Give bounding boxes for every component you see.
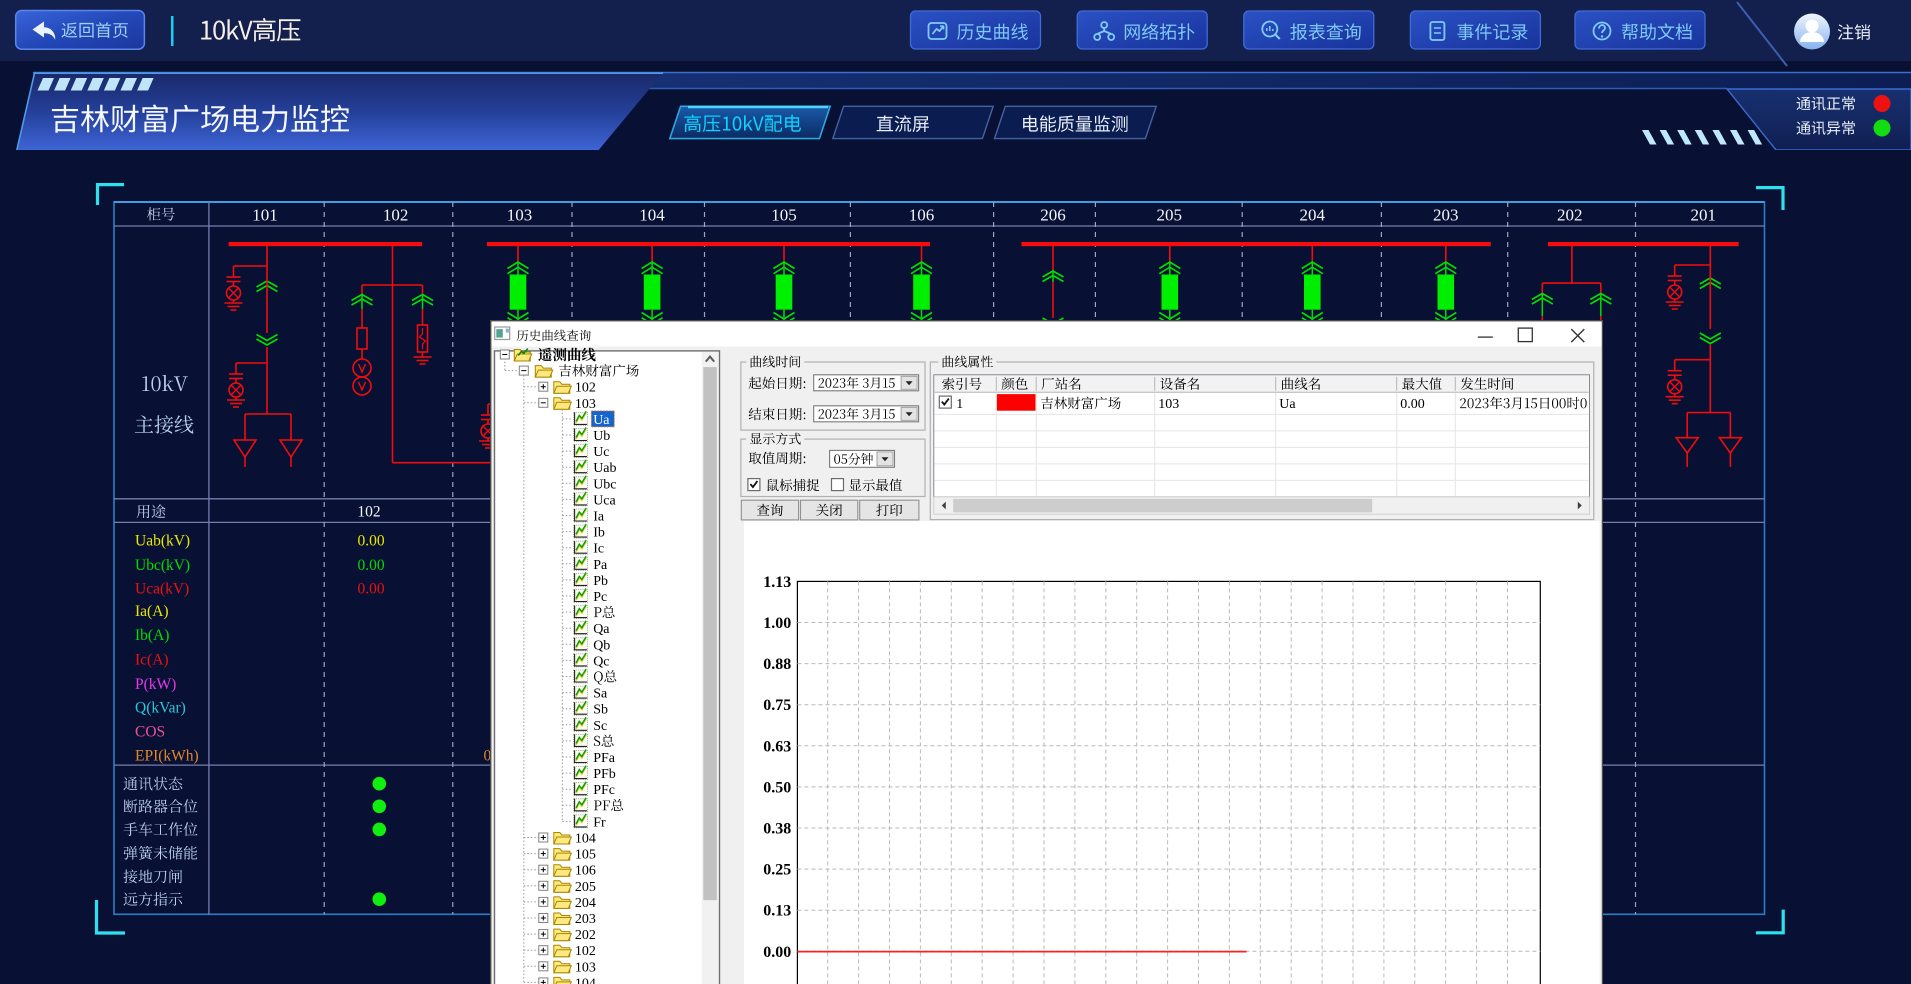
svg-text:104: 104 — [639, 206, 665, 225]
svg-text:0.38: 0.38 — [763, 820, 791, 837]
svg-text:204: 204 — [1300, 206, 1326, 225]
svg-text:104: 104 — [575, 831, 596, 846]
svg-text:1.13: 1.13 — [763, 574, 791, 591]
svg-text:EPI(kWh): EPI(kWh) — [135, 748, 199, 765]
svg-text:203: 203 — [575, 912, 596, 927]
svg-text:Fr: Fr — [593, 815, 606, 830]
svg-text:0.00: 0.00 — [1400, 397, 1424, 412]
svg-text:103: 103 — [1158, 397, 1179, 412]
svg-text:PFa: PFa — [593, 751, 616, 766]
svg-text:104: 104 — [575, 976, 596, 984]
svg-text:204: 204 — [575, 896, 596, 911]
svg-text:Qb: Qb — [593, 638, 610, 653]
svg-text:203: 203 — [1433, 206, 1459, 225]
svg-text:Uab(kV): Uab(kV) — [135, 533, 190, 550]
svg-text:Ib: Ib — [593, 525, 605, 540]
svg-text:0.00: 0.00 — [357, 533, 384, 550]
svg-text:Ubc: Ubc — [593, 477, 616, 492]
svg-text:103: 103 — [575, 397, 596, 412]
svg-text:101: 101 — [252, 206, 278, 225]
svg-text:Ua: Ua — [1279, 397, 1296, 412]
svg-text:Qa: Qa — [593, 622, 610, 637]
svg-text:1: 1 — [956, 397, 963, 412]
svg-text:0.13: 0.13 — [763, 903, 791, 920]
svg-text:Qc: Qc — [593, 654, 609, 669]
svg-text:Ic: Ic — [593, 542, 604, 557]
svg-text:102: 102 — [575, 944, 596, 959]
svg-text:Ub: Ub — [593, 429, 610, 444]
svg-text:Sa: Sa — [593, 686, 608, 701]
svg-text:106: 106 — [909, 206, 935, 225]
svg-text:Pc: Pc — [593, 590, 607, 605]
svg-text:102: 102 — [575, 381, 596, 396]
svg-text:103: 103 — [575, 960, 596, 975]
svg-text:105: 105 — [771, 206, 797, 225]
svg-text:202: 202 — [575, 928, 596, 943]
svg-text:0.63: 0.63 — [763, 738, 791, 755]
svg-text:Ia: Ia — [593, 509, 605, 524]
svg-text:205: 205 — [575, 880, 596, 895]
svg-text:206: 206 — [1040, 206, 1066, 225]
svg-text:Sb: Sb — [593, 703, 608, 718]
svg-text:202: 202 — [1557, 206, 1583, 225]
svg-text:0.88: 0.88 — [763, 656, 791, 673]
svg-text:201: 201 — [1690, 206, 1716, 225]
svg-text:Ubc(kV): Ubc(kV) — [135, 557, 190, 574]
svg-text:102: 102 — [383, 206, 409, 225]
svg-text:Ua: Ua — [593, 413, 610, 428]
svg-text:0.50: 0.50 — [763, 779, 791, 796]
svg-text:PFc: PFc — [593, 783, 615, 798]
svg-text:0.00: 0.00 — [357, 580, 384, 597]
svg-text:Uab: Uab — [593, 461, 616, 476]
svg-text:0.75: 0.75 — [763, 697, 791, 714]
svg-text:Uca(kV): Uca(kV) — [135, 580, 189, 597]
svg-text:0.00: 0.00 — [357, 557, 384, 574]
svg-text:0.25: 0.25 — [763, 861, 791, 878]
svg-text:Pb: Pb — [593, 574, 608, 589]
svg-text:Q(kVar): Q(kVar) — [135, 699, 186, 716]
svg-text:103: 103 — [507, 206, 533, 225]
svg-text:Sc: Sc — [593, 719, 607, 734]
svg-text:Pa: Pa — [593, 558, 608, 573]
svg-text:Ib(A): Ib(A) — [135, 627, 169, 644]
svg-text:105: 105 — [575, 847, 596, 862]
svg-text:COS: COS — [135, 724, 165, 741]
svg-text:PFb: PFb — [593, 767, 616, 782]
svg-text:1.00: 1.00 — [763, 615, 791, 632]
svg-text:Uc: Uc — [593, 445, 609, 460]
svg-text:0.00: 0.00 — [763, 944, 791, 961]
svg-text:Uca: Uca — [593, 493, 616, 508]
svg-text:205: 205 — [1156, 206, 1182, 225]
svg-text:Ia(A): Ia(A) — [135, 603, 169, 620]
svg-text:Ic(A): Ic(A) — [135, 652, 169, 669]
svg-text:106: 106 — [575, 864, 596, 879]
svg-text:102: 102 — [357, 504, 380, 521]
svg-text:P(kW): P(kW) — [135, 676, 176, 693]
